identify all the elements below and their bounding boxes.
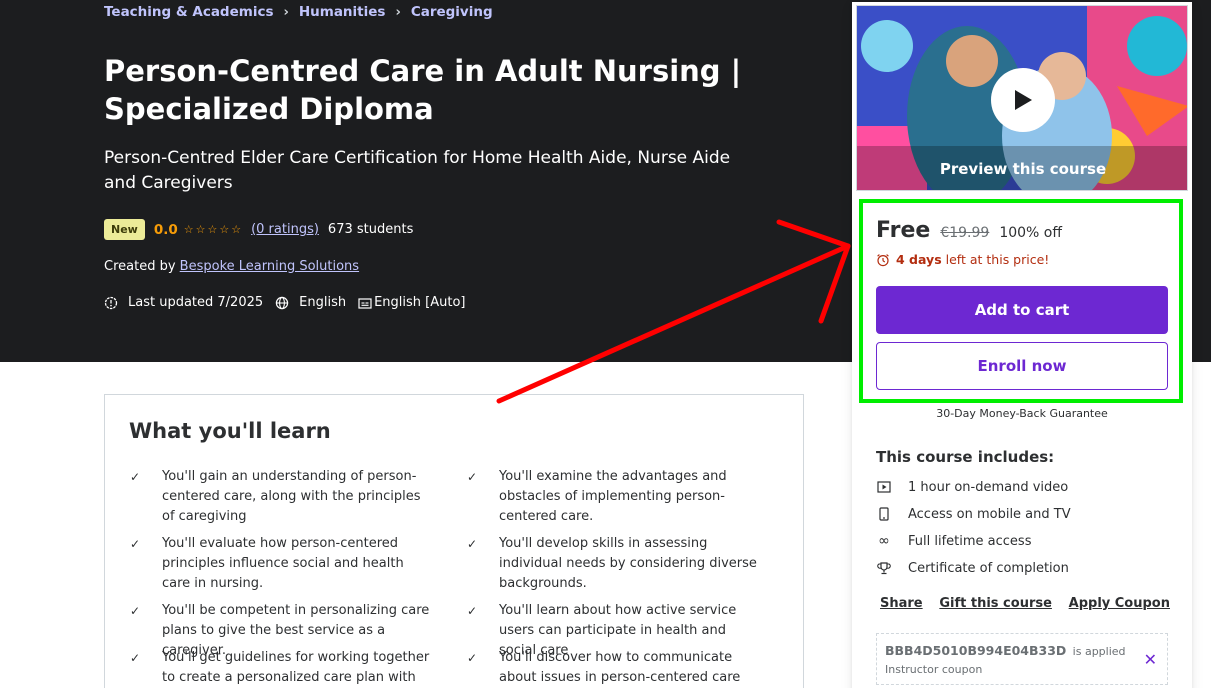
- trophy-icon: [876, 560, 892, 576]
- learn-item: ✓ You'll evaluate how person-centered pr…: [130, 534, 430, 594]
- preview-label: Preview this course: [939, 160, 1107, 178]
- learn-item: ✓ You'll examine the advantages and obst…: [467, 467, 767, 527]
- breadcrumb-link-humanities[interactable]: Humanities: [299, 4, 386, 20]
- play-button[interactable]: [991, 68, 1055, 132]
- current-price: Free: [876, 218, 931, 243]
- purchase-sidebar: Preview this course Free €19.99 100% off…: [852, 2, 1192, 688]
- add-to-cart-button[interactable]: Add to cart: [876, 286, 1168, 334]
- check-icon: ✓: [467, 470, 478, 484]
- sidebar-links: Share Gift this course Apply Coupon: [880, 596, 1170, 611]
- breadcrumb-link-caregiving[interactable]: Caregiving: [411, 4, 493, 20]
- instructor-link[interactable]: Bespoke Learning Solutions: [180, 259, 359, 274]
- alarm-clock-icon: [877, 253, 889, 266]
- discount-percent: 100% off: [999, 225, 1062, 241]
- created-by-label: Created by: [104, 259, 176, 274]
- original-price: €19.99: [940, 225, 990, 241]
- course-title: Person-Centred Care in Adult Nursing | S…: [104, 54, 742, 126]
- rating-value: 0.0: [153, 221, 178, 238]
- apply-coupon-link[interactable]: Apply Coupon: [1069, 596, 1170, 611]
- learn-item: ✓ You'll gain an understanding of person…: [130, 467, 430, 527]
- breadcrumb-link-teaching[interactable]: Teaching & Academics: [104, 4, 273, 20]
- coupon-applied-text: is applied: [1072, 645, 1126, 658]
- new-badge: New: [104, 219, 145, 240]
- infinity-icon: ∞: [878, 533, 890, 549]
- price-row: Free €19.99 100% off: [876, 218, 1062, 243]
- what-youll-learn: What you'll learn ✓ You'll gain an under…: [104, 394, 804, 688]
- breadcrumb: Teaching & Academics › Humanities › Care…: [104, 4, 493, 20]
- gift-course-link[interactable]: Gift this course: [939, 596, 1052, 611]
- coupon-code-line: BBB4D5010B994E04B33D is applied: [885, 643, 1126, 658]
- last-updated: Last updated 7/2025: [104, 295, 263, 310]
- include-item: 1 hour on-demand video: [876, 479, 1068, 495]
- include-item: ∞ Full lifetime access: [876, 533, 1031, 549]
- students-count: 673 students: [327, 222, 414, 237]
- chevron-right-icon: ›: [395, 4, 401, 20]
- learn-heading: What you'll learn: [129, 419, 331, 443]
- coupon-label: Instructor coupon: [885, 663, 983, 676]
- enroll-now-button[interactable]: Enroll now: [876, 342, 1168, 390]
- alert-badge-icon: [104, 296, 118, 310]
- discount-timer: 4 days left at this price!: [876, 252, 1049, 267]
- ratings-link[interactable]: (0 ratings): [251, 222, 319, 237]
- include-item: Access on mobile and TV: [876, 506, 1071, 522]
- learn-item: ✓ You'll discover how to communicate abo…: [467, 648, 767, 688]
- star-rating-icon: ☆☆☆☆☆: [183, 223, 244, 236]
- check-icon: ✓: [467, 651, 478, 665]
- check-icon: ✓: [467, 537, 478, 551]
- course-subtitle: Person-Centred Elder Care Certification …: [104, 148, 731, 193]
- course-preview[interactable]: Preview this course: [856, 5, 1188, 191]
- globe-icon: [275, 296, 289, 310]
- created-by: Created by Bespoke Learning Solutions: [104, 259, 359, 274]
- language: English: [275, 295, 346, 310]
- include-item: Certificate of completion: [876, 560, 1069, 576]
- remove-coupon-close-icon[interactable]: ✕: [1144, 650, 1157, 669]
- check-icon: ✓: [130, 537, 141, 551]
- closed-captions-icon: [358, 296, 372, 310]
- chevron-right-icon: ›: [283, 4, 289, 20]
- course-meta: Last updated 7/2025 English English [Aut…: [104, 295, 478, 310]
- rating-row: New 0.0 ☆☆☆☆☆ (0 ratings) 673 students: [104, 219, 413, 240]
- play-icon: [1015, 90, 1032, 110]
- coupon-code: BBB4D5010B994E04B33D: [885, 643, 1067, 658]
- timer-text: left at this price!: [945, 252, 1050, 267]
- video-icon: [876, 479, 892, 495]
- includes-title: This course includes:: [876, 448, 1055, 466]
- check-icon: ✓: [130, 470, 141, 484]
- check-icon: ✓: [130, 651, 141, 665]
- timer-days: 4 days: [896, 252, 942, 267]
- share-link[interactable]: Share: [880, 596, 923, 611]
- applied-coupon: BBB4D5010B994E04B33D is applied Instruct…: [876, 633, 1168, 685]
- captions: English [Auto]: [358, 295, 466, 310]
- money-back-guarantee: 30-Day Money-Back Guarantee: [936, 407, 1108, 420]
- mobile-icon: [876, 506, 892, 522]
- learn-item: ✓ You'll develop skills in assessing ind…: [467, 534, 767, 594]
- learn-item: ✓ You'll get guidelines for working toge…: [130, 648, 430, 688]
